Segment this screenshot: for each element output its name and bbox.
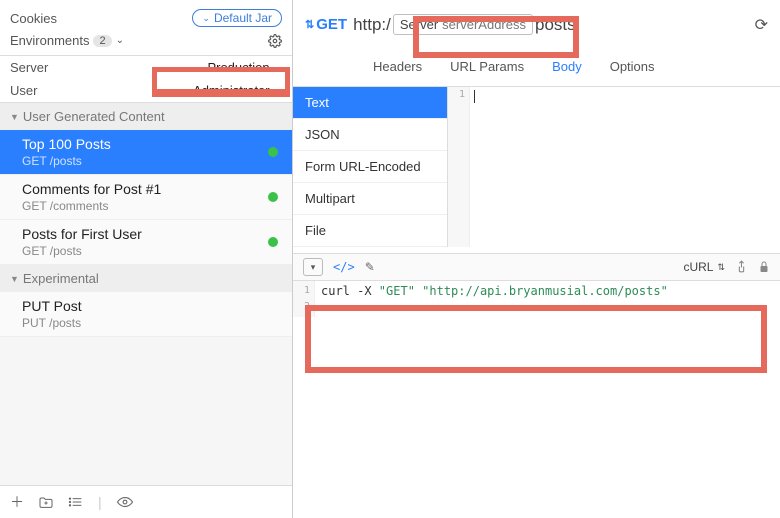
tab-body[interactable]: Body	[552, 55, 582, 78]
view-toggle[interactable]: ▾	[303, 258, 323, 276]
chevron-down-icon: ⌄	[274, 85, 282, 96]
tab-url-params[interactable]: URL Params	[450, 55, 524, 78]
var-value-dropdown[interactable]: Administrator⌄	[193, 83, 282, 98]
output-editor[interactable]: 1 2 curl -X "GET" "http://api.bryanmusia…	[293, 281, 780, 317]
env-vars: Server Production⌄ User Administrator⌄	[0, 55, 292, 103]
environments-count: 2	[93, 35, 111, 47]
triangle-down-icon: ▼	[10, 112, 19, 122]
request-name: Comments for Post #1	[22, 181, 161, 197]
request-sub: GET /posts	[22, 244, 142, 258]
status-dot	[268, 147, 278, 157]
triangle-down-icon: ▼	[10, 274, 19, 284]
group-header[interactable]: ▼ Experimental	[0, 265, 292, 292]
environments-label: Environments	[10, 33, 89, 48]
gear-icon[interactable]	[268, 34, 282, 48]
add-icon[interactable]: ＋	[10, 492, 24, 512]
status-dot	[268, 192, 278, 202]
new-folder-icon[interactable]	[38, 495, 54, 509]
group-header[interactable]: ▼ User Generated Content	[0, 103, 292, 130]
request-item[interactable]: Comments for Post #1 GET /comments	[0, 175, 292, 220]
token-key: Server	[400, 17, 438, 32]
url-input[interactable]: http:/ Server serverAddress posts	[353, 14, 576, 35]
tab-options[interactable]: Options	[610, 55, 655, 78]
chevron-down-icon: ⌄	[202, 13, 210, 24]
group-name: Experimental	[23, 271, 99, 286]
request-tabs: Headers URL Params Body Options	[293, 55, 780, 87]
export-format-select[interactable]: cURL⇅	[683, 260, 725, 274]
sidebar-footer: ＋ |	[0, 485, 292, 518]
url-token[interactable]: Server serverAddress	[393, 14, 533, 35]
default-jar-label: Default Jar	[214, 11, 272, 25]
main-panel: ⇅GET http:/ Server serverAddress posts ⟳…	[293, 0, 780, 518]
body-type-json[interactable]: JSON	[293, 119, 447, 151]
code-icon[interactable]: </>	[333, 260, 355, 274]
output-gutter: 1 2	[293, 281, 315, 317]
var-key: Server	[10, 60, 48, 75]
chevron-down-icon: ⌄	[274, 62, 282, 73]
request-sub: GET /posts	[22, 154, 111, 168]
cookies-label: Cookies	[10, 11, 57, 26]
url-bar: ⇅GET http:/ Server serverAddress posts ⟳	[293, 0, 780, 55]
tab-headers[interactable]: Headers	[373, 55, 422, 78]
share-icon[interactable]	[735, 260, 748, 274]
output-toolbar: ▾ </> ✎ cURL⇅	[293, 253, 780, 281]
url-suffix: posts	[535, 15, 576, 35]
token-field: serverAddress	[442, 17, 526, 32]
list-icon[interactable]	[68, 495, 84, 509]
request-item[interactable]: PUT Post PUT /posts	[0, 292, 292, 337]
eye-icon[interactable]	[116, 495, 134, 509]
request-name: Posts for First User	[22, 226, 142, 242]
request-item[interactable]: Top 100 Posts GET /posts	[0, 130, 292, 175]
body-editor[interactable]: 1	[448, 87, 780, 247]
status-dot	[268, 237, 278, 247]
lock-icon[interactable]	[758, 260, 770, 274]
pencil-icon[interactable]: ✎	[365, 260, 375, 274]
request-sub: GET /comments	[22, 199, 161, 213]
request-name: PUT Post	[22, 298, 82, 314]
reload-icon[interactable]: ⟳	[755, 15, 768, 35]
var-value-dropdown[interactable]: Production⌄	[207, 60, 282, 75]
sidebar: Cookies ⌄ Default Jar Environments 2 ⌄	[0, 0, 293, 518]
body-type-text[interactable]: Text	[293, 87, 447, 119]
body-type-multipart[interactable]: Multipart	[293, 183, 447, 215]
editor-gutter: 1	[448, 87, 470, 247]
default-jar-button[interactable]: ⌄ Default Jar	[192, 9, 282, 27]
env-var-row: Server Production⌄	[0, 56, 292, 79]
body-type-list: Text JSON Form URL-Encoded Multipart Fil…	[293, 87, 448, 247]
method-selector[interactable]: ⇅GET	[305, 16, 347, 33]
env-var-row: User Administrator⌄	[0, 79, 292, 102]
request-name: Top 100 Posts	[22, 136, 111, 152]
group-name: User Generated Content	[23, 109, 165, 124]
output-code: curl -X "GET" "http://api.bryanmusial.co…	[315, 281, 780, 317]
url-prefix: http:/	[353, 15, 391, 35]
request-item[interactable]: Posts for First User GET /posts	[0, 220, 292, 265]
text-cursor	[474, 90, 475, 103]
var-key: User	[10, 83, 37, 98]
request-sub: PUT /posts	[22, 316, 82, 330]
body-type-form[interactable]: Form URL-Encoded	[293, 151, 447, 183]
chevron-down-icon[interactable]: ⌄	[116, 35, 124, 46]
body-type-file[interactable]: File	[293, 215, 447, 247]
